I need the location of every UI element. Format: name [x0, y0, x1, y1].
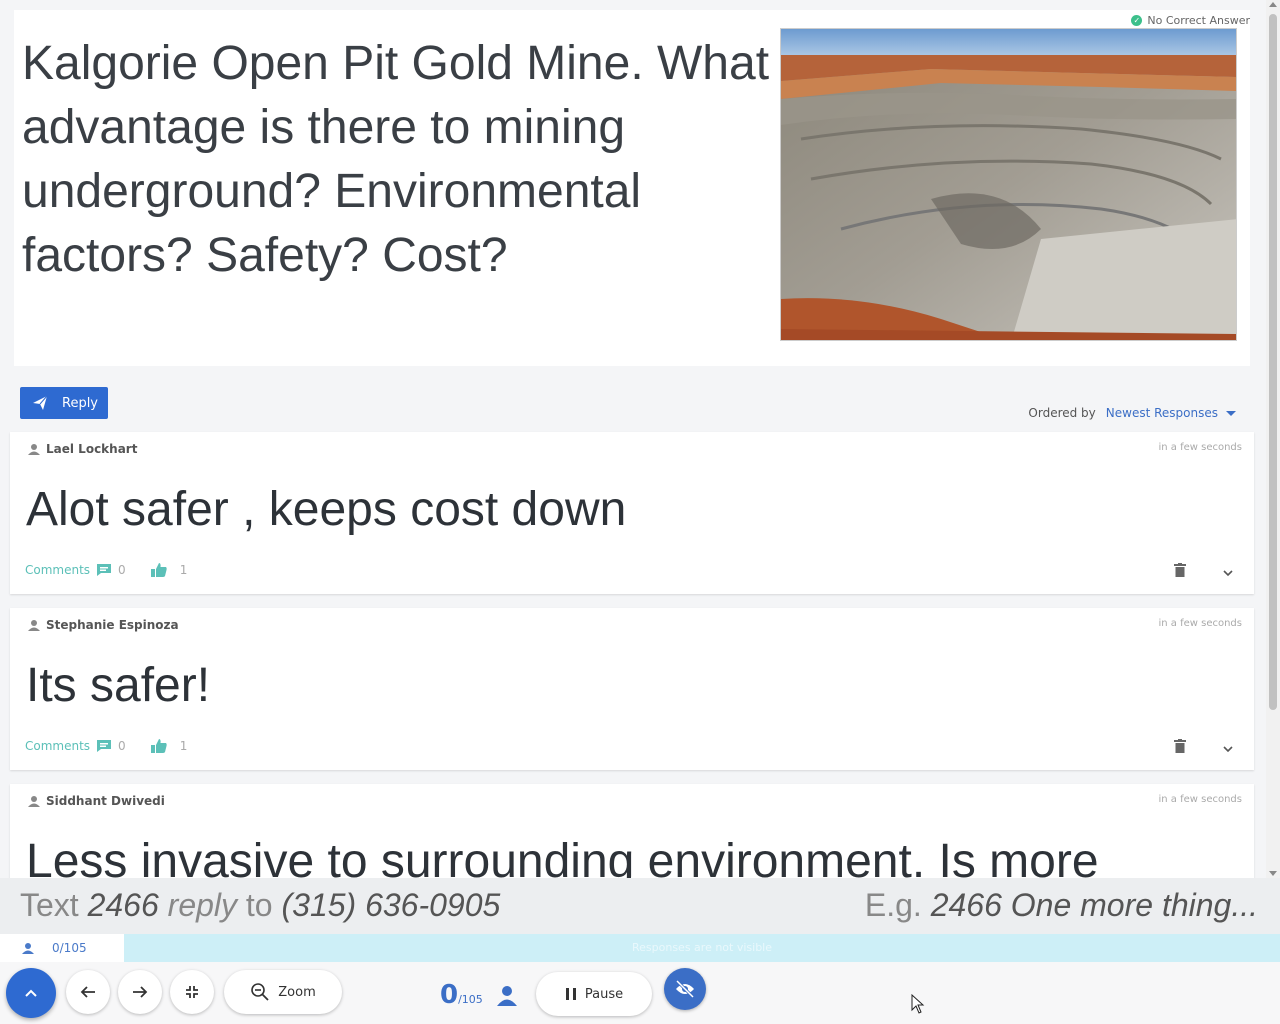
comment-icon — [97, 740, 112, 752]
participant-count-text: 0/105 — [52, 941, 87, 955]
chevron-down-icon — [1223, 746, 1233, 753]
response-body: Its safer! — [26, 659, 211, 712]
scroll-up-arrow[interactable] — [1269, 2, 1277, 7]
no-correct-answer-label: No Correct Answer — [1147, 14, 1250, 27]
pause-button[interactable]: Pause — [536, 972, 652, 1016]
response-author-name: Lael Lockhart — [46, 442, 138, 456]
comments-count: 0 — [118, 563, 126, 577]
trash-icon — [1174, 739, 1186, 753]
expand-button[interactable] — [1222, 738, 1234, 757]
zoom-button[interactable]: Zoom — [224, 970, 342, 1014]
caret-down-icon — [1226, 410, 1236, 416]
arrow-left-icon — [80, 986, 95, 998]
like-button[interactable]: 1 — [150, 738, 188, 754]
sms-instructions: Text 2466 reply to (315) 636-0905 — [20, 887, 500, 924]
mouse-cursor-icon — [911, 994, 925, 1014]
ordering-dropdown[interactable]: Newest Responses — [1106, 406, 1236, 420]
likes-count: 1 — [179, 739, 188, 753]
check-circle-icon: ✓ — [1131, 15, 1143, 26]
visibility-banner: Responses are not visible — [124, 934, 1280, 962]
response-author: Siddhant Dwivedi — [28, 794, 165, 808]
response-card: Siddhant Dwivedi in a few seconds Less i… — [10, 784, 1254, 878]
response-meta: Comments 0 1 — [25, 738, 187, 754]
hide-responses-button[interactable] — [664, 968, 706, 1010]
response-meta: Comments 0 1 — [25, 562, 187, 578]
arrow-right-icon — [133, 986, 148, 998]
response-body: Alot safer , keeps cost down — [26, 483, 627, 536]
ordering-control: Ordered by Newest Responses — [1028, 406, 1236, 420]
zoom-label: Zoom — [278, 984, 316, 1000]
reply-button[interactable]: Reply — [20, 387, 108, 419]
scroll-down-arrow[interactable] — [1269, 871, 1277, 876]
vertical-scrollbar[interactable] — [1266, 0, 1280, 878]
expand-button[interactable] — [1222, 562, 1234, 581]
delete-button[interactable] — [1174, 562, 1186, 581]
sms-to-word: to — [245, 887, 273, 923]
response-card: Stephanie Espinoza in a few seconds Its … — [10, 608, 1254, 770]
user-icon — [497, 986, 517, 1006]
zoom-out-icon — [251, 983, 269, 1001]
open-pit-mine-photo — [780, 28, 1237, 341]
user-icon — [28, 444, 40, 455]
question-card: Kalgorie Open Pit Gold Mine. What advant… — [14, 10, 1250, 366]
sms-example-text: 2466 One more thing... — [930, 887, 1258, 923]
comments-count: 0 — [118, 739, 126, 753]
eye-slash-icon — [675, 980, 695, 998]
user-icon — [22, 943, 34, 954]
scrollbar-thumb[interactable] — [1269, 14, 1277, 710]
comment-icon — [97, 564, 112, 576]
ordered-by-label: Ordered by — [1028, 406, 1096, 420]
trash-icon — [1174, 563, 1186, 577]
pause-label: Pause — [584, 986, 624, 1002]
chevron-up-icon — [25, 989, 37, 997]
expand-toolbar-button[interactable] — [6, 968, 56, 1018]
thumbs-up-icon — [150, 739, 167, 753]
sms-reply-word: reply — [167, 887, 238, 923]
chevron-down-icon — [1223, 570, 1233, 577]
comments-button[interactable]: Comments — [25, 739, 112, 753]
previous-button[interactable] — [66, 970, 110, 1014]
like-button[interactable]: 1 — [150, 562, 188, 578]
exit-fullscreen-button[interactable] — [170, 970, 214, 1014]
comments-button[interactable]: Comments — [25, 563, 112, 577]
sms-example: E.g. 2466 One more thing... — [865, 887, 1258, 924]
delete-button[interactable] — [1174, 738, 1186, 757]
sms-eg-word: E.g. — [864, 887, 922, 923]
send-icon — [33, 395, 48, 410]
comments-label: Comments — [25, 563, 91, 577]
ordering-selected: Newest Responses — [1105, 406, 1218, 420]
user-icon — [28, 620, 40, 631]
pause-icon — [565, 988, 576, 1000]
participants-button[interactable] — [496, 984, 518, 1010]
likes-count: 1 — [179, 563, 188, 577]
response-time: in a few seconds — [1158, 618, 1242, 629]
response-time: in a few seconds — [1158, 442, 1242, 453]
response-author: Stephanie Espinoza — [28, 618, 179, 632]
compress-icon — [186, 986, 198, 998]
user-icon — [28, 796, 40, 807]
next-button[interactable] — [118, 970, 162, 1014]
sms-phone-number: (315) 636-0905 — [281, 887, 501, 923]
response-count: 0 — [440, 980, 459, 1010]
response-author-name: Stephanie Espinoza — [46, 618, 179, 632]
question-text: Kalgorie Open Pit Gold Mine. What advant… — [22, 37, 770, 282]
response-total: /105 — [458, 993, 483, 1006]
no-correct-answer-badge: ✓ No Correct Answer — [1131, 14, 1250, 27]
response-card: Lael Lockhart in a few seconds Alot safe… — [10, 432, 1254, 594]
response-author: Lael Lockhart — [28, 442, 137, 456]
thumbs-up-icon — [150, 563, 167, 577]
participant-count: 0/105 — [0, 934, 124, 962]
reply-label: Reply — [62, 395, 99, 411]
response-body: Less invasive to surrounding environment… — [26, 835, 1099, 878]
status-row: 0/105 Responses are not visible — [0, 934, 1280, 962]
response-author-name: Siddhant Dwivedi — [46, 794, 165, 808]
sms-text-word: Text — [20, 887, 79, 923]
response-time: in a few seconds — [1158, 794, 1242, 805]
comments-label: Comments — [25, 739, 91, 753]
sms-instructions-bar: Text 2466 reply to (315) 636-0905 E.g. 2… — [0, 878, 1280, 934]
presenter-toolbar: Zoom 0 /105 Pause — [0, 962, 1280, 1024]
response-counter: 0 /105 — [440, 980, 483, 1010]
sms-code: 2466 — [87, 887, 159, 923]
